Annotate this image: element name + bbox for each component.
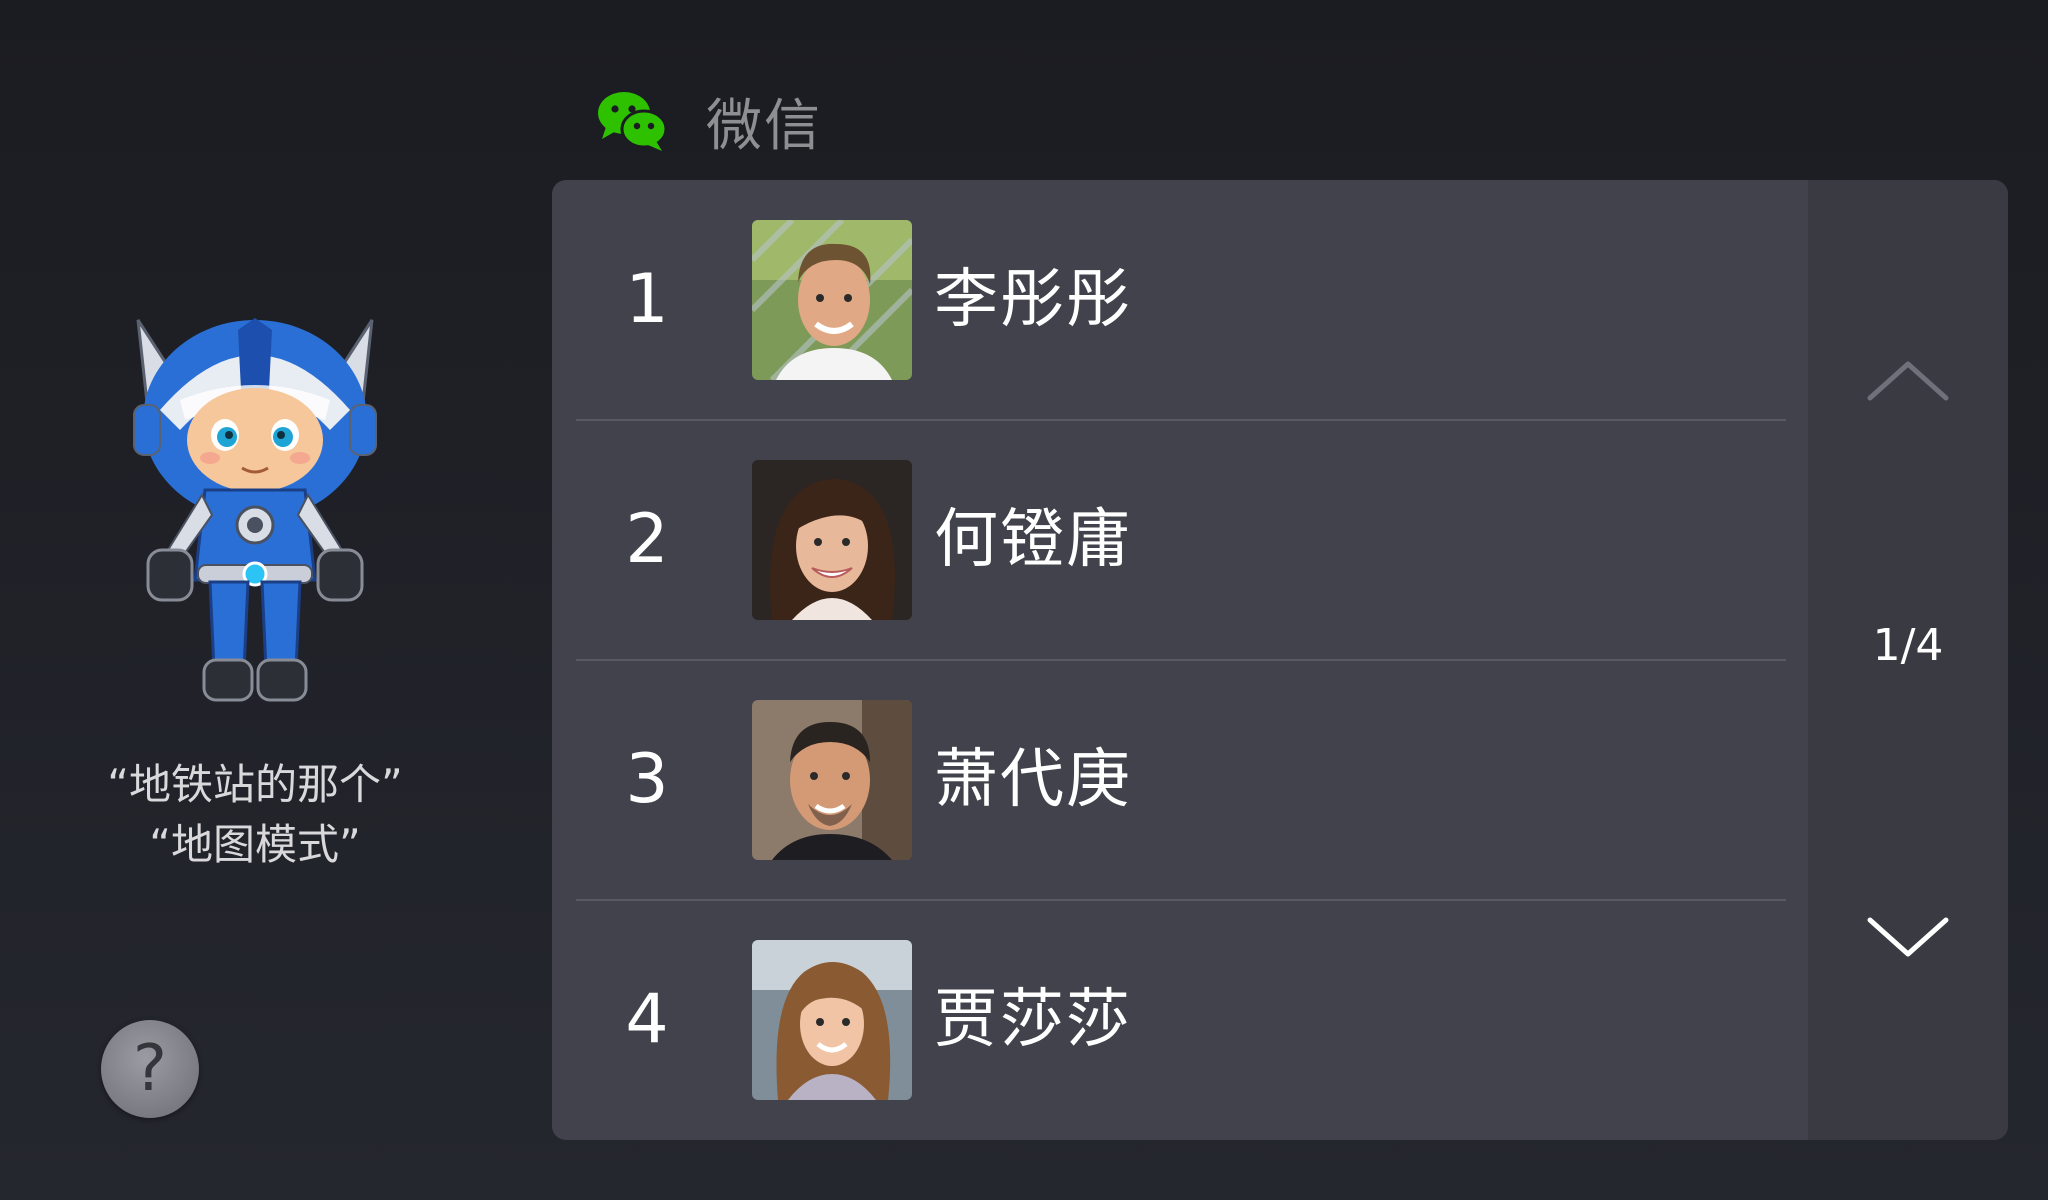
voice-hint-text: “地铁站的那个” “地图模式”: [70, 755, 440, 875]
voice-hint-line: “地铁站的那个”: [107, 760, 403, 809]
contact-name: 何镫庸: [934, 503, 1132, 577]
contact-photo: [752, 700, 912, 860]
contact-list-panel: 1 李彤彤 2 何镫庸 3 萧代庚 4 贾莎莎 1/4: [552, 180, 2008, 1140]
contact-row[interactable]: 1 李彤彤: [552, 180, 1808, 420]
page-down-button[interactable]: [1858, 898, 1958, 978]
help-button[interactable]: ?: [101, 1020, 199, 1118]
chevron-up-icon: [1867, 361, 1949, 401]
page-indicator: 1/4: [1872, 620, 1944, 671]
page-up-button[interactable]: [1858, 340, 1958, 420]
contact-name: 李彤彤: [934, 263, 1132, 337]
contact-index: 4: [625, 980, 669, 1059]
contact-photo: [752, 220, 912, 380]
voice-hint-line: “地图模式”: [149, 820, 361, 869]
pager: 1/4: [1808, 180, 2008, 1140]
contact-index: 3: [625, 740, 669, 819]
contact-index: 2: [625, 500, 669, 579]
contact-row[interactable]: 4 贾莎莎: [552, 900, 1808, 1140]
robot-assistant-avatar: [133, 318, 377, 702]
contact-name: 贾莎莎: [934, 983, 1132, 1057]
contact-row[interactable]: 2 何镫庸: [552, 420, 1808, 660]
contact-index: 1: [625, 260, 669, 339]
chevron-down-icon: [1867, 917, 1949, 957]
contact-name: 萧代庚: [934, 743, 1132, 817]
app-title: 微信: [706, 93, 822, 159]
contact-list: 1 李彤彤 2 何镫庸 3 萧代庚 4 贾莎莎: [552, 180, 1808, 1140]
app-header: 微信: [596, 86, 822, 159]
voice-assistant: “地铁站的那个” “地图模式”: [70, 310, 440, 869]
contact-photo: [752, 940, 912, 1100]
contact-photo: [752, 460, 912, 620]
wechat-icon: [598, 92, 668, 151]
contact-row[interactable]: 3 萧代庚: [552, 660, 1808, 900]
